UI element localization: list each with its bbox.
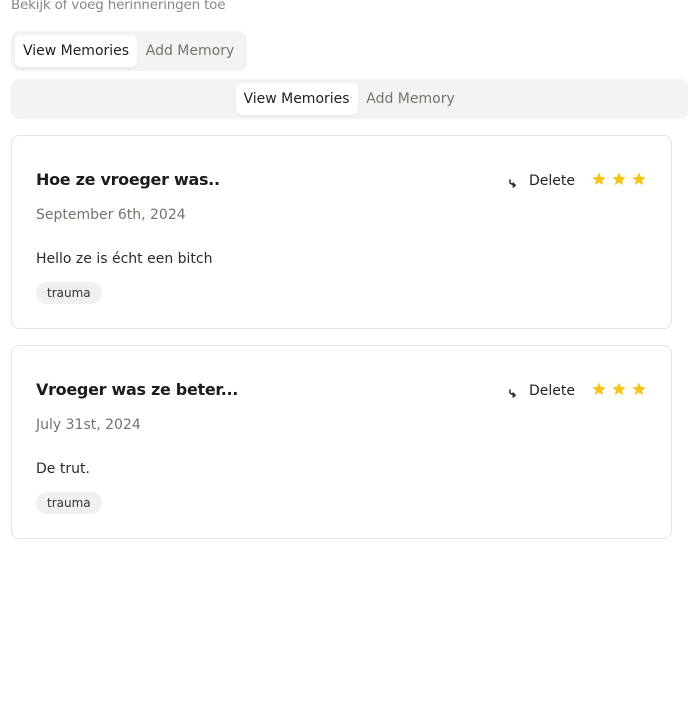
tabs-top: View Memories Add Memory <box>11 31 247 71</box>
star-icon[interactable] <box>611 381 627 397</box>
memory-content: Hello ze is écht een bitch <box>36 251 213 267</box>
memory-content: De trut. <box>36 461 90 477</box>
page-subtitle: Bekijk of voeg herinneringen toe <box>11 0 226 13</box>
star-icon[interactable] <box>631 171 647 187</box>
delete-label: Delete <box>529 383 575 399</box>
memory-date: July 31st, 2024 <box>36 417 141 433</box>
star-icon[interactable] <box>611 171 627 187</box>
delete-icon <box>509 179 516 188</box>
tabs-main: View Memories Add Memory <box>11 79 688 119</box>
delete-icon <box>509 389 516 398</box>
tab-add-memory[interactable]: Add Memory <box>137 35 243 67</box>
rating-stars <box>591 171 647 187</box>
tab-view-memories-main[interactable]: View Memories <box>235 83 358 115</box>
star-icon[interactable] <box>631 381 647 397</box>
delete-button[interactable]: Delete <box>507 380 575 402</box>
memory-title: Hoe ze vroeger was.. <box>36 170 220 189</box>
tag-badge: trauma <box>36 282 102 304</box>
memory-title: Vroeger was ze beter... <box>36 380 239 399</box>
tab-view-memories[interactable]: View Memories <box>15 35 137 67</box>
star-icon[interactable] <box>591 171 607 187</box>
tab-add-memory-main[interactable]: Add Memory <box>358 83 464 115</box>
delete-label: Delete <box>529 173 575 189</box>
memory-card: Vroeger was ze beter... Delete July 31st… <box>11 345 672 539</box>
rating-stars <box>591 381 647 397</box>
star-icon[interactable] <box>591 381 607 397</box>
tag-badge: trauma <box>36 492 102 514</box>
memory-date: September 6th, 2024 <box>36 207 186 223</box>
memory-card: Hoe ze vroeger was.. Delete September 6t… <box>11 135 672 329</box>
delete-button[interactable]: Delete <box>507 170 575 192</box>
